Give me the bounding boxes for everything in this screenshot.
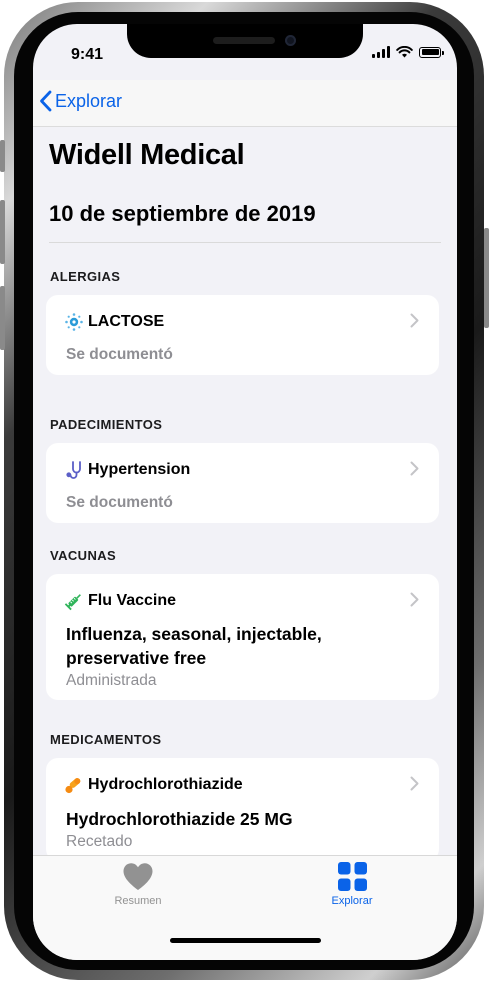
chevron-right-icon [410, 776, 419, 791]
heart-icon [123, 863, 153, 890]
card-title: Hydrochlorothiazide [88, 776, 243, 793]
card-header: Flu Vaccine [64, 591, 176, 611]
battery-icon [419, 46, 444, 58]
wifi-icon [396, 46, 413, 58]
chevron-right-icon [410, 313, 419, 328]
record-date: 10 de septiembre de 2019 [49, 201, 316, 226]
section-header-allergies: ALERGIAS [50, 269, 121, 284]
pills-icon [65, 778, 81, 794]
side-button [0, 286, 5, 350]
card-header: Hypertension [64, 460, 190, 480]
tab-resumen[interactable]: Resumen [78, 862, 198, 907]
screen: 9:41 Explorar Widell Medical 10 de septi… [33, 24, 457, 960]
section-header-vaccines: VACUNAS [50, 548, 117, 563]
grid-icon [337, 862, 367, 891]
cellular-signal-icon [372, 46, 390, 58]
card-status: Recetado [66, 833, 133, 850]
home-indicator[interactable] [170, 938, 321, 943]
condition-card[interactable]: Hypertension Se documentó [46, 443, 439, 523]
back-button[interactable]: Explorar [39, 90, 122, 112]
side-button [484, 228, 489, 328]
vaccine-detail: preservative free [66, 648, 207, 668]
tab-label: Explorar [331, 895, 373, 907]
content-scroll[interactable]: Widell Medical 10 de septiembre de 2019 … [33, 127, 457, 855]
stethoscope-icon [66, 461, 81, 479]
side-button [0, 140, 5, 172]
vaccine-detail: Influenza, seasonal, injectable, [66, 624, 322, 644]
tab-label: Resumen [114, 895, 162, 907]
vaccine-card[interactable]: Flu Vaccine Influenza, seasonal, injecta… [46, 574, 439, 700]
chevron-left-icon [40, 90, 52, 112]
card-status: Administrada [66, 672, 157, 689]
syringe-icon [64, 594, 81, 611]
chevron-right-icon [410, 592, 419, 607]
card-status: Se documentó [66, 494, 173, 511]
chevron-right-icon [410, 461, 419, 476]
card-title: LACTOSE [88, 313, 165, 330]
back-button-label: Explorar [55, 90, 123, 111]
notch [127, 24, 363, 58]
front-camera [285, 35, 296, 46]
card-title: Flu Vaccine [88, 592, 177, 609]
medication-detail: Hydrochlorothiazide 25 MG [66, 809, 293, 829]
tab-bar: Resumen Explorar [33, 855, 457, 960]
section-header-conditions: PADECIMIENTOS [50, 417, 163, 432]
page-title: Widell Medical [49, 139, 245, 171]
card-header: LACTOSE [64, 312, 164, 332]
section-header-medications: MEDICAMENTOS [50, 732, 162, 747]
medication-card[interactable]: Hydrochlorothiazide Hydrochlorothiazide … [46, 758, 439, 855]
card-status: Se documentó [66, 346, 173, 363]
status-time: 9:41 [71, 46, 104, 63]
speaker-grille [213, 37, 275, 44]
navigation-bar: Explorar [33, 80, 457, 127]
side-button [0, 200, 5, 264]
tab-explorar[interactable]: Explorar [292, 862, 412, 907]
card-header: Hydrochlorothiazide [64, 775, 243, 795]
allergy-icon [65, 313, 83, 331]
divider [49, 242, 441, 243]
card-title: Hypertension [88, 461, 191, 478]
allergy-card[interactable]: LACTOSE Se documentó [46, 295, 439, 375]
status-icons [372, 46, 444, 58]
